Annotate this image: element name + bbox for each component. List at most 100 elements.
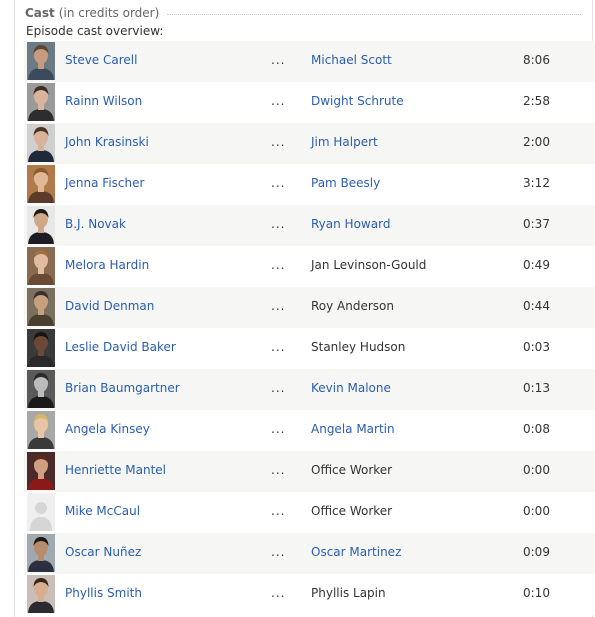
cast-row: David Denman ... Roy Anderson 0:44 — [24, 287, 595, 328]
cast-list: Steve Carell ... Michael Scott 8:06 Rain… — [24, 41, 595, 615]
character-name-link[interactable]: Dwight Schrute — [311, 94, 404, 108]
actor-name-link[interactable]: Oscar Nuñez — [65, 545, 141, 559]
screen-time: 8:06 — [523, 53, 550, 67]
role-separator: ... — [271, 299, 286, 313]
actor-name-link[interactable]: David Denman — [65, 299, 154, 313]
actor-photo[interactable] — [27, 42, 55, 80]
actor-name-link[interactable]: Brian Baumgartner — [65, 381, 180, 395]
actor-photo[interactable] — [27, 165, 55, 203]
character-name-link[interactable]: Oscar Martinez — [311, 545, 401, 559]
actor-photo[interactable] — [27, 83, 55, 121]
episode-cast-overview-label: Episode cast overview: — [26, 24, 164, 38]
actor-name-link[interactable]: Leslie David Baker — [65, 340, 176, 354]
actor-photo[interactable] — [27, 452, 55, 490]
cast-row: Phyllis Smith ... Phyllis Lapin 0:10 — [24, 574, 595, 615]
actor-name-link[interactable]: Angela Kinsey — [65, 422, 150, 436]
headshot-image — [27, 124, 55, 162]
actor-name-link[interactable]: Mike McCaul — [65, 504, 140, 518]
screen-time: 0:37 — [523, 217, 550, 231]
actor-photo[interactable] — [27, 575, 55, 613]
role-separator: ... — [271, 53, 286, 67]
actor-photo[interactable] — [27, 411, 55, 449]
actor-photo[interactable] — [27, 329, 55, 367]
cast-row: Steve Carell ... Michael Scott 8:06 — [24, 41, 595, 82]
headshot-image — [27, 534, 55, 572]
character-name-link[interactable]: Angela Martin — [311, 422, 395, 436]
headshot-image — [27, 206, 55, 244]
screen-time: 0:03 — [523, 340, 550, 354]
screen-time: 0:10 — [523, 586, 550, 600]
screen-time: 3:12 — [523, 176, 550, 190]
role-separator: ... — [271, 340, 286, 354]
actor-name-link[interactable]: Melora Hardin — [65, 258, 149, 272]
role-separator: ... — [271, 135, 286, 149]
screen-time: 0:09 — [523, 545, 550, 559]
screen-time: 0:49 — [523, 258, 550, 272]
default-avatar-icon — [27, 493, 55, 531]
role-separator: ... — [271, 258, 286, 272]
section-title: Cast — [25, 6, 55, 20]
character-name: Stanley Hudson — [311, 340, 406, 354]
actor-name-link[interactable]: Steve Carell — [65, 53, 137, 67]
character-name: Roy Anderson — [311, 299, 395, 313]
role-separator: ... — [271, 381, 286, 395]
actor-name-link[interactable]: B.J. Novak — [65, 217, 126, 231]
headshot-image — [27, 370, 55, 408]
character-name-link[interactable]: Ryan Howard — [311, 217, 390, 231]
actor-photo[interactable] — [27, 288, 55, 326]
role-separator: ... — [271, 504, 286, 518]
headshot-image — [27, 452, 55, 490]
screen-time: 2:58 — [523, 94, 550, 108]
actor-name-link[interactable]: John Krasinski — [65, 135, 149, 149]
character-name-link[interactable]: Michael Scott — [311, 53, 392, 67]
screen-time: 0:44 — [523, 299, 550, 313]
role-separator: ... — [271, 217, 286, 231]
actor-name-link[interactable]: Henriette Mantel — [65, 463, 166, 477]
role-separator: ... — [271, 176, 286, 190]
role-separator: ... — [271, 545, 286, 559]
headshot-image — [27, 247, 55, 285]
headshot-image — [27, 575, 55, 613]
actor-photo[interactable] — [27, 534, 55, 572]
cast-row: B.J. Novak ... Ryan Howard 0:37 — [24, 205, 595, 246]
character-name: Office Worker — [311, 463, 393, 477]
role-separator: ... — [271, 463, 286, 477]
headshot-image — [27, 288, 55, 326]
cast-row: Jenna Fischer ... Pam Beesly 3:12 — [24, 164, 595, 205]
cast-row: Leslie David Baker ... Stanley Hudson 0:… — [24, 328, 595, 369]
headshot-image — [27, 329, 55, 367]
role-separator: ... — [271, 94, 286, 108]
headshot-image — [27, 165, 55, 203]
section-subtitle: (in credits order) — [58, 6, 160, 20]
cast-row: Melora Hardin ... Jan Levinson-Gould 0:4… — [24, 246, 595, 287]
screen-time: 2:00 — [523, 135, 550, 149]
actor-photo[interactable] — [27, 370, 55, 408]
actor-photo[interactable] — [27, 206, 55, 244]
actor-photo[interactable] — [27, 247, 55, 285]
cast-row: Mike McCaul ... Office Worker 0:00 — [24, 492, 595, 533]
actor-name-link[interactable]: Jenna Fischer — [65, 176, 144, 190]
cast-row: John Krasinski ... Jim Halpert 2:00 — [24, 123, 595, 164]
screen-time: 0:00 — [523, 463, 550, 477]
cast-section-header: Cast (in credits order) — [25, 4, 581, 22]
role-separator: ... — [271, 422, 286, 436]
actor-name-link[interactable]: Rainn Wilson — [65, 94, 142, 108]
character-name: Jan Levinson-Gould — [311, 258, 427, 272]
role-separator: ... — [271, 586, 286, 600]
headshot-image — [27, 411, 55, 449]
screen-time: 0:00 — [523, 504, 550, 518]
headshot-image — [27, 83, 55, 121]
character-name: Phyllis Lapin — [311, 586, 386, 600]
actor-name-link[interactable]: Phyllis Smith — [65, 586, 142, 600]
actor-photo[interactable] — [27, 124, 55, 162]
character-name: Office Worker — [311, 504, 393, 518]
headshot-image — [27, 42, 55, 80]
actor-photo[interactable] — [27, 493, 55, 531]
cast-row: Rainn Wilson ... Dwight Schrute 2:58 — [24, 82, 595, 123]
character-name-link[interactable]: Pam Beesly — [311, 176, 380, 190]
cast-row: Brian Baumgartner ... Kevin Malone 0:13 — [24, 369, 595, 410]
screen-time: 0:08 — [523, 422, 550, 436]
character-name-link[interactable]: Jim Halpert — [311, 135, 378, 149]
cast-row: Angela Kinsey ... Angela Martin 0:08 — [24, 410, 595, 451]
character-name-link[interactable]: Kevin Malone — [311, 381, 391, 395]
